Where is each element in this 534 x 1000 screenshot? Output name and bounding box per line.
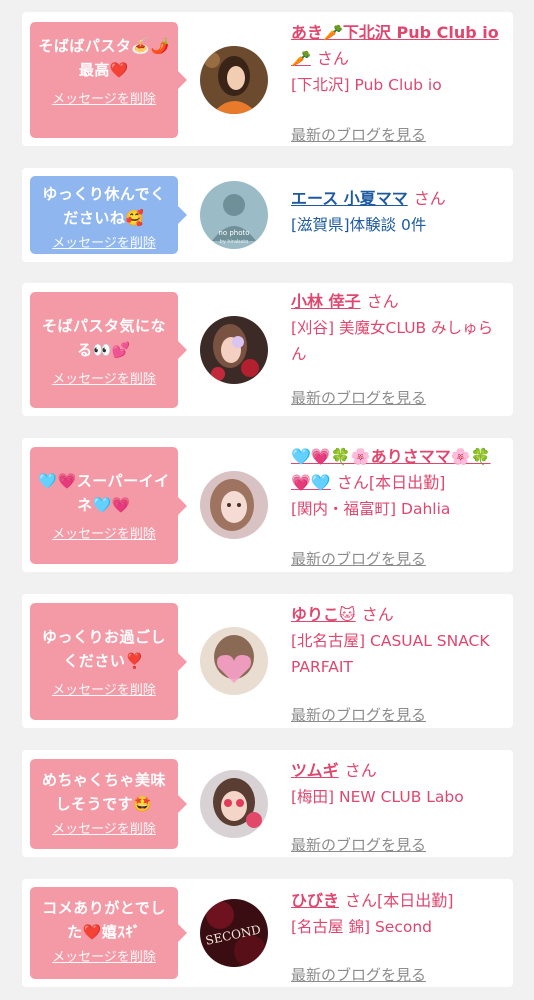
latest-blog-link[interactable]: 最新のブログを見る: [291, 704, 426, 725]
shop-label: [北名古屋] CASUAL SNACK PARFAIT: [291, 632, 490, 676]
honorific: さん: [345, 891, 378, 910]
honorific: さん: [336, 473, 369, 492]
user-info: ツムギ さん [梅田] NEW CLUB Labo 最新のブログを見る: [291, 758, 501, 854]
message-text: そばばパスタ🍝🌶️最高❤️: [38, 37, 170, 79]
delete-message-link[interactable]: メッセージを削除: [36, 679, 172, 698]
delete-message-link[interactable]: メッセージを削除: [36, 368, 172, 387]
message-text: そばパスタ気になる👀💕: [41, 317, 166, 359]
message-bubble: ゆっくりお過ごしください❣️ メッセージを削除: [30, 603, 187, 720]
list-item: 🩵💗スーパーイイネ🩵💗 メッセージを削除 🩵💗🍀🌸ありさママ🌸🍀💗🩵 さん[本日出…: [22, 438, 513, 572]
list-item: ゆっくり休んでくださいね🥰 メッセージを削除 no photo by hirab…: [22, 168, 513, 262]
list-item: そばばパスタ🍝🌶️最高❤️ メッセージを削除 あき🥕下北沢 Pub Club i…: [22, 12, 513, 146]
user-name-link[interactable]: エース 小夏ママ: [291, 189, 408, 208]
delete-message-link[interactable]: メッセージを削除: [36, 88, 172, 107]
user-info: あき🥕下北沢 Pub Club io🥕 さん [下北沢] Pub Club io …: [291, 20, 501, 144]
list-item: コメありがとでした❤️嬉ｽｷﾞ メッセージを削除 SECOND ひびき さん[本日…: [22, 879, 513, 987]
list-item: めちゃくちゃ美味しそうです🤩 メッセージを削除 ツムギ さん [梅田] NEW C…: [22, 750, 513, 857]
user-name-link[interactable]: ツムギ: [291, 761, 339, 780]
message-bubble: めちゃくちゃ美味しそうです🤩 メッセージを削除: [30, 759, 187, 849]
user-info: 小林 倖子 さん [刈谷] 美魔女CLUB みしゅらん 最新のブログを見る: [291, 289, 501, 407]
honorific: さん: [316, 49, 349, 68]
avatar-credit-text: by hirabato: [220, 239, 249, 245]
avatar[interactable]: [200, 316, 268, 384]
message-bubble: コメありがとでした❤️嬉ｽｷﾞ メッセージを削除: [30, 887, 187, 979]
delete-message-link[interactable]: メッセージを削除: [36, 523, 172, 542]
status-badge: [本日出勤]: [368, 473, 446, 492]
message-bubble: ゆっくり休んでくださいね🥰 メッセージを削除: [30, 176, 187, 254]
status-badge: [本日出勤]: [377, 891, 454, 910]
latest-blog-link[interactable]: 最新のブログを見る: [291, 548, 426, 569]
avatar-placeholder-text: no photo: [218, 229, 249, 237]
latest-blog-link[interactable]: 最新のブログを見る: [291, 387, 426, 408]
message-bubble: そばばパスタ🍝🌶️最高❤️ メッセージを削除: [30, 22, 187, 138]
avatar[interactable]: [200, 770, 268, 838]
user-name-link[interactable]: ひびき: [291, 891, 339, 910]
shop-label: [名古屋 錦] Second: [291, 918, 432, 936]
shop-label: [下北沢] Pub Club io: [291, 76, 442, 94]
delete-message-link[interactable]: メッセージを削除: [36, 232, 172, 251]
message-text: ゆっくりお過ごしください❣️: [41, 628, 166, 670]
shop-label: [関内・福富町] Dahlia: [291, 500, 451, 518]
honorific: さん: [413, 189, 446, 208]
message-text: めちゃくちゃ美味しそうです🤩: [41, 771, 166, 813]
avatar[interactable]: SECOND: [200, 899, 268, 967]
user-info: ひびき さん[本日出勤] [名古屋 錦] Second 最新のブログを見る: [291, 888, 501, 984]
message-text: コメありがとでした❤️嬉ｽｷﾞ: [42, 899, 166, 941]
latest-blog-link[interactable]: 最新のブログを見る: [291, 964, 426, 985]
user-info: エース 小夏ママ さん [滋賀県]体験談 0件: [291, 186, 501, 238]
shop-label: [刈谷] 美魔女CLUB みしゅらん: [291, 319, 494, 363]
message-list: そばばパスタ🍝🌶️最高❤️ メッセージを削除 あき🥕下北沢 Pub Club i…: [0, 0, 534, 1000]
message-text: 🩵💗スーパーイイネ🩵💗: [38, 472, 170, 514]
message-bubble: そばパスタ気になる👀💕 メッセージを削除: [30, 292, 187, 408]
delete-message-link[interactable]: メッセージを削除: [36, 946, 172, 965]
message-bubble: 🩵💗スーパーイイネ🩵💗 メッセージを削除: [30, 447, 187, 564]
list-item: そばパスタ気になる👀💕 メッセージを削除 小林 倖子 さん [刈谷] 美魔女CLU…: [22, 283, 513, 416]
avatar[interactable]: [200, 627, 268, 695]
avatar[interactable]: no photo by hirabato: [200, 181, 268, 249]
delete-message-link[interactable]: メッセージを削除: [36, 818, 172, 837]
shop-label: [滋賀県]体験談 0件: [291, 216, 427, 234]
message-text: ゆっくり休んでくださいね🥰: [42, 185, 166, 227]
avatar[interactable]: [200, 471, 268, 539]
user-info: 🩵💗🍀🌸ありさママ🌸🍀💗🩵 さん[本日出勤] [関内・福富町] Dahlia 最新…: [291, 444, 501, 568]
honorific: さん: [366, 292, 399, 311]
avatar[interactable]: [200, 46, 268, 114]
user-name-link[interactable]: ゆりこ🐱: [291, 605, 356, 624]
honorific: さん: [361, 605, 394, 624]
latest-blog-link[interactable]: 最新のブログを見る: [291, 834, 426, 855]
shop-label: [梅田] NEW CLUB Labo: [291, 788, 464, 806]
latest-blog-link[interactable]: 最新のブログを見る: [291, 124, 426, 145]
honorific: さん: [344, 761, 377, 780]
user-info: ゆりこ🐱 さん [北名古屋] CASUAL SNACK PARFAIT 最新のブロ…: [291, 602, 501, 724]
user-name-link[interactable]: 小林 倖子: [291, 292, 361, 311]
list-item: ゆっくりお過ごしください❣️ メッセージを削除 ゆりこ🐱 さん [北名古屋] CA…: [22, 594, 513, 728]
